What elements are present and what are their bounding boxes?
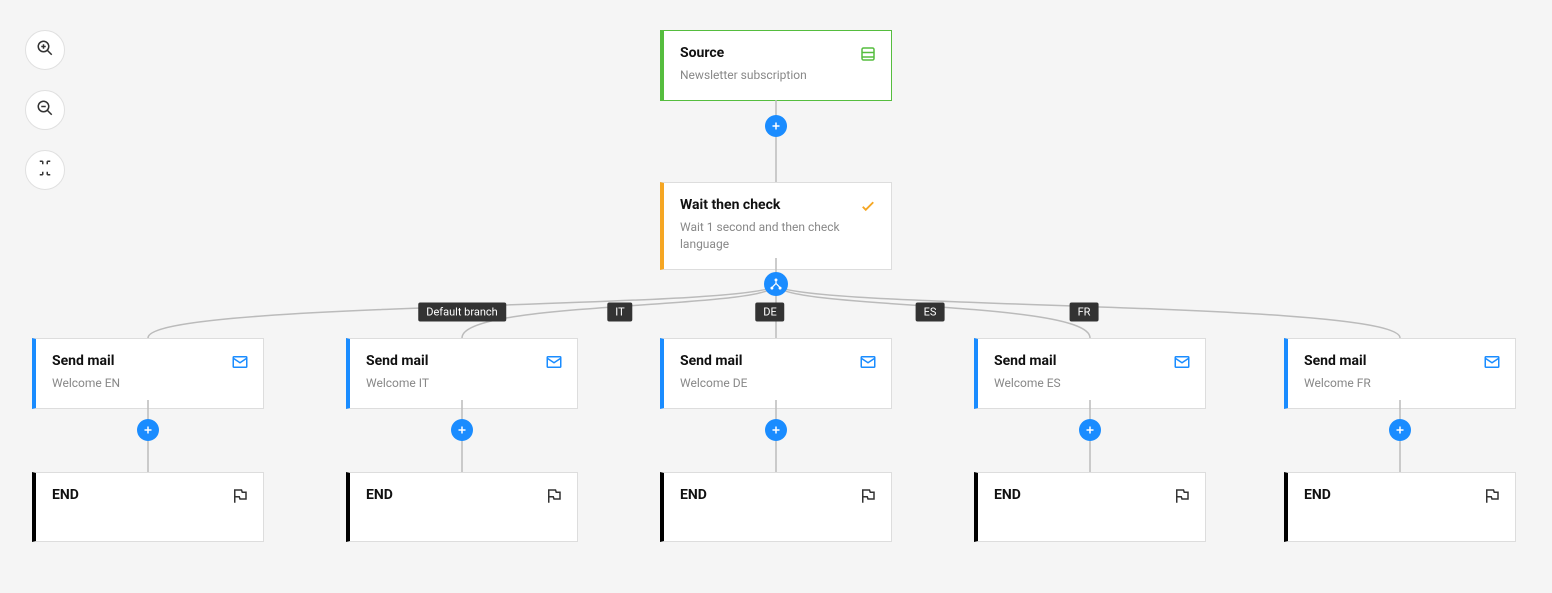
- node-title: Send mail: [366, 353, 561, 369]
- mail-icon: [231, 353, 249, 371]
- add-step-button[interactable]: [765, 115, 787, 137]
- node-end[interactable]: END: [660, 472, 892, 542]
- zoom-out-button[interactable]: [25, 90, 65, 130]
- node-subtitle: Welcome FR: [1304, 375, 1499, 392]
- node-title: END: [52, 487, 247, 503]
- node-title: END: [1304, 487, 1499, 503]
- node-send-mail-fr[interactable]: Send mail Welcome FR: [1284, 338, 1516, 409]
- zoom-out-icon: [36, 99, 54, 121]
- branch-label-it: IT: [607, 303, 632, 322]
- node-title: Send mail: [1304, 353, 1499, 369]
- node-send-mail-it[interactable]: Send mail Welcome IT: [346, 338, 578, 409]
- node-title: END: [366, 487, 561, 503]
- branch-label-default: Default branch: [418, 303, 506, 322]
- zoom-in-button[interactable]: [25, 30, 65, 70]
- flag-icon: [859, 487, 877, 505]
- node-title: END: [994, 487, 1189, 503]
- mail-icon: [545, 353, 563, 371]
- node-send-mail-de[interactable]: Send mail Welcome DE: [660, 338, 892, 409]
- fit-view-button[interactable]: [25, 150, 65, 190]
- node-end[interactable]: END: [346, 472, 578, 542]
- node-title: Send mail: [52, 353, 247, 369]
- flag-icon: [231, 487, 249, 505]
- mail-icon: [859, 353, 877, 371]
- node-end[interactable]: END: [32, 472, 264, 542]
- flag-icon: [1173, 487, 1191, 505]
- node-subtitle: Welcome EN: [52, 375, 247, 392]
- node-subtitle: Welcome DE: [680, 375, 875, 392]
- check-icon: [859, 197, 877, 215]
- node-title: Send mail: [994, 353, 1189, 369]
- list-icon: [859, 45, 877, 63]
- branch-label-es: ES: [916, 303, 945, 322]
- node-title: Source: [680, 45, 875, 61]
- node-title: Send mail: [680, 353, 875, 369]
- node-end[interactable]: END: [1284, 472, 1516, 542]
- add-step-button[interactable]: [765, 419, 787, 441]
- zoom-in-icon: [36, 39, 54, 61]
- node-title: Wait then check: [680, 197, 875, 213]
- add-step-button[interactable]: [451, 419, 473, 441]
- node-wait-then-check[interactable]: Wait then check Wait 1 second and then c…: [660, 182, 892, 270]
- node-send-mail-es[interactable]: Send mail Welcome ES: [974, 338, 1206, 409]
- branch-label-de: DE: [755, 303, 784, 322]
- flag-icon: [545, 487, 563, 505]
- node-subtitle: Newsletter subscription: [680, 67, 875, 84]
- fit-view-icon: [36, 159, 54, 181]
- node-end[interactable]: END: [974, 472, 1206, 542]
- node-subtitle: Welcome IT: [366, 375, 561, 392]
- node-send-mail-en[interactable]: Send mail Welcome EN: [32, 338, 264, 409]
- branch-label-fr: FR: [1070, 303, 1099, 322]
- node-subtitle: Wait 1 second and then check language: [680, 219, 875, 253]
- flow-canvas[interactable]: Source Newsletter subscription Wait then…: [0, 0, 1552, 593]
- add-step-button[interactable]: [137, 419, 159, 441]
- mail-icon: [1173, 353, 1191, 371]
- mail-icon: [1483, 353, 1501, 371]
- node-title: END: [680, 487, 875, 503]
- branch-split-icon[interactable]: [764, 272, 788, 296]
- add-step-button[interactable]: [1389, 419, 1411, 441]
- add-step-button[interactable]: [1079, 419, 1101, 441]
- node-source[interactable]: Source Newsletter subscription: [660, 30, 892, 101]
- node-subtitle: Welcome ES: [994, 375, 1189, 392]
- flag-icon: [1483, 487, 1501, 505]
